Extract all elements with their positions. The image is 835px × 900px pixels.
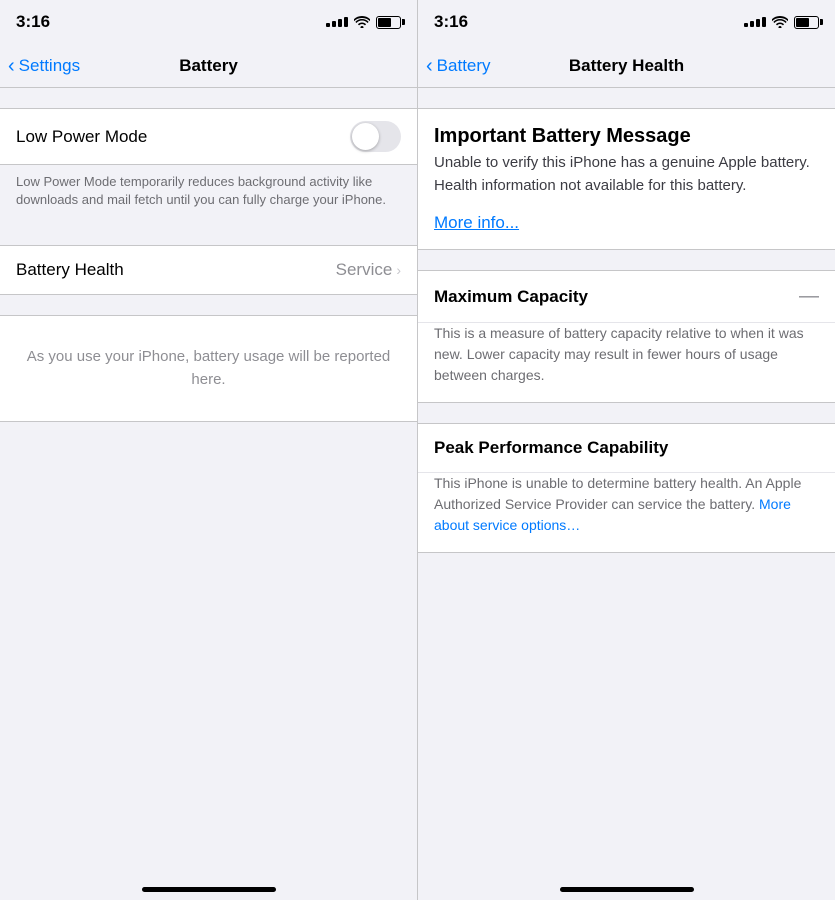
battery-health-chevron-icon: › (396, 262, 401, 278)
usage-empty-state: As you use your iPhone, battery usage wi… (0, 316, 417, 421)
low-power-mode-description: Low Power Mode temporarily reduces backg… (0, 165, 417, 225)
left-status-bar: 3:16 (0, 0, 417, 44)
important-message-title: Important Battery Message (434, 125, 819, 152)
maximum-capacity-description: This is a measure of battery capacity re… (418, 323, 835, 402)
right-home-bar (560, 887, 694, 892)
usage-section: As you use your iPhone, battery usage wi… (0, 315, 417, 422)
battery-health-label: Battery Health (16, 260, 124, 280)
right-back-button[interactable]: ‹ Battery (426, 56, 491, 76)
low-power-mode-row[interactable]: Low Power Mode (0, 109, 417, 164)
battery-health-value-container: Service › (336, 260, 401, 280)
left-time: 3:16 (16, 12, 50, 32)
left-nav-title: Battery (179, 56, 238, 76)
right-home-indicator (418, 866, 835, 900)
right-signal-icon (744, 17, 766, 27)
left-panel: 3:16 ‹ Settings Battery (0, 0, 417, 900)
battery-health-card: Battery Health Service › (0, 245, 417, 295)
right-nav-title: Battery Health (569, 56, 684, 76)
low-power-mode-toggle[interactable] (350, 121, 401, 152)
peak-performance-header: Peak Performance Capability (418, 424, 835, 472)
left-home-indicator (0, 866, 417, 900)
battery-health-section: Battery Health Service › (0, 245, 417, 295)
right-status-icons (744, 16, 819, 29)
maximum-capacity-dash: — (799, 285, 819, 308)
left-status-icons (326, 16, 401, 29)
battery-icon (376, 16, 401, 29)
important-message-card: Important Battery Message Unable to veri… (418, 108, 835, 250)
right-time: 3:16 (434, 12, 468, 32)
low-power-mode-label: Low Power Mode (16, 127, 147, 147)
important-message-description: Unable to verify this iPhone has a genui… (434, 152, 819, 205)
usage-card: As you use your iPhone, battery usage wi… (0, 315, 417, 422)
gap2 (418, 403, 835, 423)
signal-icon (326, 17, 348, 27)
right-nav-bar: ‹ Battery Battery Health (418, 44, 835, 88)
peak-performance-title: Peak Performance Capability (434, 438, 668, 458)
maximum-capacity-header: Maximum Capacity — (418, 271, 835, 322)
peak-performance-desc-part1: This iPhone is unable to determine batte… (434, 475, 801, 512)
left-nav-bar: ‹ Settings Battery (0, 44, 417, 88)
peak-performance-section: Peak Performance Capability This iPhone … (418, 423, 835, 553)
low-power-mode-section: Low Power Mode Low Power Mode temporaril… (0, 108, 417, 225)
right-panel: 3:16 ‹ Battery Battery Health (417, 0, 835, 900)
right-wifi-icon (772, 16, 788, 28)
gap1 (418, 250, 835, 270)
left-content: Low Power Mode Low Power Mode temporaril… (0, 88, 417, 866)
left-back-label: Settings (19, 56, 80, 76)
right-back-label: Battery (437, 56, 491, 76)
usage-empty-text: As you use your iPhone, battery usage wi… (27, 348, 391, 388)
right-content: Important Battery Message Unable to veri… (418, 88, 835, 866)
battery-health-value: Service (336, 260, 393, 280)
left-back-button[interactable]: ‹ Settings (8, 56, 80, 76)
left-back-chevron-icon: ‹ (8, 56, 15, 76)
important-message-body: Important Battery Message Unable to veri… (418, 109, 835, 205)
peak-performance-description: This iPhone is unable to determine batte… (418, 473, 835, 552)
left-home-bar (142, 887, 276, 892)
important-message-section: Important Battery Message Unable to veri… (418, 108, 835, 250)
low-power-mode-card: Low Power Mode (0, 108, 417, 165)
more-info-link[interactable]: More info... (418, 205, 835, 249)
maximum-capacity-card: Maximum Capacity — This is a measure of … (418, 270, 835, 403)
maximum-capacity-title: Maximum Capacity (434, 287, 588, 307)
battery-health-row[interactable]: Battery Health Service › (0, 246, 417, 294)
right-back-chevron-icon: ‹ (426, 56, 433, 76)
wifi-icon (354, 16, 370, 28)
right-battery-icon (794, 16, 819, 29)
maximum-capacity-section: Maximum Capacity — This is a measure of … (418, 270, 835, 403)
peak-performance-card: Peak Performance Capability This iPhone … (418, 423, 835, 553)
right-status-bar: 3:16 (418, 0, 835, 44)
